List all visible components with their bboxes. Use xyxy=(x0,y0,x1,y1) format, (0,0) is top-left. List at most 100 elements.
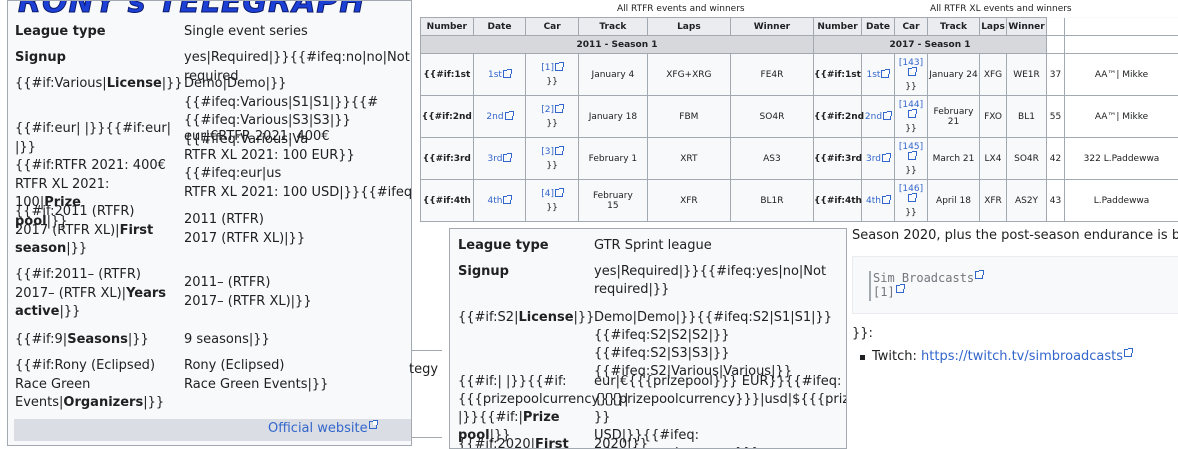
label-part: |}} xyxy=(59,304,81,319)
event-number: {{#if:2nd xyxy=(420,95,474,138)
league-infobox-left: RONY's TELEGRAPH Official website League… xyxy=(7,0,412,446)
column-header-extra xyxy=(1046,17,1065,36)
official-website-link[interactable]: Official website xyxy=(268,420,378,436)
event-track: February 21 xyxy=(927,95,980,138)
infobox-label: {{#if:S2|License|}} xyxy=(458,309,594,327)
event-date-cell: 3rd xyxy=(472,137,527,180)
label-part: |}} xyxy=(66,241,88,256)
event-car-cell: [3]}} xyxy=(525,137,579,180)
event-winner: SO4R xyxy=(729,95,815,138)
table-row: {{#if:1st1st[1]}}January 4XFG+XRGFE4R10 xyxy=(420,53,825,96)
event-date-text: 1st xyxy=(866,69,881,80)
car-ref-text: [4] xyxy=(541,188,555,199)
infobox-value: yes|Required|}}{{#ifeq:yes|no|Not requir… xyxy=(594,264,827,297)
label-part: {{#if:eur| |}}{{#if:eur| |}} {{#if:RTFR … xyxy=(15,121,172,210)
event-track: January 24 xyxy=(927,53,980,96)
infobox-label: Signup xyxy=(458,263,590,281)
bullet-icon xyxy=(860,355,865,360)
event-date-link[interactable]: 3rd xyxy=(487,152,513,164)
infobox-value: Single event series xyxy=(184,24,308,39)
league-infobox-gtr: League type GTR Sprint league Signup yes|Re… xyxy=(449,228,847,449)
external-link-icon xyxy=(975,270,985,279)
event-date-text: 1st xyxy=(488,69,502,80)
label-part: First xyxy=(535,437,569,449)
car-braces: }} xyxy=(546,160,558,171)
label-part: |}} xyxy=(161,76,183,91)
external-link-icon xyxy=(907,66,917,76)
infobox-label: {{#if:9|Seasons|}} xyxy=(15,331,175,350)
table-row: {{#if:3rd 3rd [145]}} March 21 LX4 SO4R 42 322 … xyxy=(813,137,1178,180)
event-date-cell: 2nd xyxy=(472,95,527,138)
table-row: {{#if:1st 1st [143]}} January 24 XFG WE1R 37 AA… xyxy=(813,53,1178,96)
car-ref-link[interactable]: [145] xyxy=(895,142,927,162)
divider xyxy=(412,437,442,438)
external-link-icon xyxy=(881,152,891,162)
column-header: Car xyxy=(894,17,928,36)
car-ref-link[interactable]: [4] xyxy=(526,187,578,199)
external-link-icon xyxy=(503,152,513,162)
sim-broadcasts-link[interactable]: Sim Broadcasts xyxy=(873,270,985,285)
event-number: {{#if:2nd xyxy=(813,95,864,138)
event-date-link[interactable]: 4th xyxy=(866,194,891,206)
column-header: Date xyxy=(861,17,895,36)
event-date-link[interactable]: 2nd xyxy=(486,110,514,122)
label-part: |}} xyxy=(127,332,149,347)
event-date-link[interactable]: 1st xyxy=(866,68,891,80)
car-ref-link[interactable]: [146] xyxy=(895,184,927,204)
event-laps: XFR xyxy=(646,179,731,222)
infobox-label: {{#if:2011– (RTFR) 2017– (RTFR XL)|Years… xyxy=(15,266,175,322)
external-link-icon xyxy=(368,420,378,429)
column-header: Laps xyxy=(979,17,1007,36)
label-part: {{#if:9| xyxy=(15,332,68,347)
external-link-icon xyxy=(555,187,565,197)
extra-value: 37 xyxy=(1046,53,1065,96)
label-part: League type xyxy=(15,24,106,39)
event-car-cell: [145]}} xyxy=(894,137,928,180)
column-header: Winner xyxy=(1006,17,1047,36)
infobox-value: GTR Sprint league xyxy=(594,238,712,253)
rtfr-xl-events-table: Number Date Car Track Laps Winner 2017 - Seas… xyxy=(813,17,1178,222)
car-ref-link[interactable]: [1] xyxy=(526,61,578,73)
twitch-url-link[interactable]: https://twitch.tv/simbroadcasts xyxy=(921,348,1134,364)
event-track: February 15 xyxy=(577,179,648,222)
column-header: Date xyxy=(472,17,527,36)
external-link-icon xyxy=(907,192,917,202)
event-date-link[interactable]: 3rd xyxy=(866,152,891,164)
event-date-link[interactable]: 1st xyxy=(488,68,512,80)
car-ref-link[interactable]: [144] xyxy=(895,100,927,120)
season-label: 2011 - Season 1 xyxy=(420,35,814,54)
event-date-link[interactable]: 2nd xyxy=(865,110,893,122)
event-winner: BL1 xyxy=(1006,95,1047,138)
external-link-icon xyxy=(883,110,893,120)
event-number: {{#if:4th xyxy=(813,179,862,222)
extra-value: 43 xyxy=(1046,179,1065,222)
season-label: 2017 - Season 1 xyxy=(813,35,1047,54)
event-date-link[interactable]: 4th xyxy=(488,194,513,206)
car-ref-text: [2] xyxy=(541,104,555,115)
rtfr-table-title: All RTFR events and winners xyxy=(617,4,745,14)
car-ref-link[interactable]: [3] xyxy=(526,145,578,157)
label-part: License xyxy=(106,76,162,91)
label-part: License xyxy=(518,310,574,325)
divider xyxy=(412,350,442,351)
external-link-icon xyxy=(1124,348,1134,357)
event-winner: AS3 xyxy=(729,137,815,180)
reference-link[interactable]: [1] xyxy=(873,284,905,299)
car-ref-text: [1] xyxy=(541,62,555,73)
infobox-label: Signup xyxy=(15,49,175,68)
empty-cell xyxy=(1064,35,1178,54)
event-winner: SO4R xyxy=(1006,137,1047,180)
event-number: {{#if:4th xyxy=(420,179,474,222)
code-bar xyxy=(869,271,871,301)
label-part: Signup xyxy=(15,50,66,65)
column-header: Car xyxy=(525,17,579,36)
extra-winner: AA™| Mikke xyxy=(1064,95,1178,138)
car-braces: }} xyxy=(546,76,558,87)
label-part: {{#if:2020| xyxy=(458,437,536,449)
car-ref-link[interactable]: [2] xyxy=(526,103,578,115)
external-link-icon xyxy=(881,194,891,204)
event-number: {{#if:3rd xyxy=(420,137,474,180)
infobox-footer: Official website xyxy=(14,419,411,441)
car-ref-link[interactable]: [143] xyxy=(895,58,927,78)
strategy-text-fragment: tegy xyxy=(409,362,439,377)
